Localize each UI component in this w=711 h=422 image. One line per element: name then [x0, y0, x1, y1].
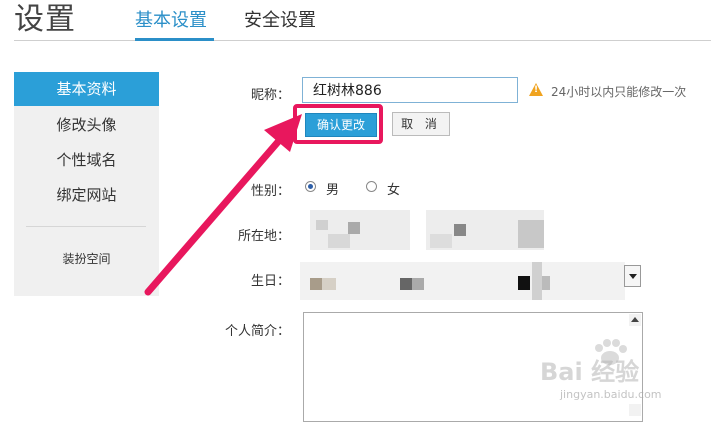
- sidebar-item-bind-website[interactable]: 绑定网站: [14, 178, 159, 212]
- bio-label: 个人简介：: [224, 324, 290, 339]
- birthday-label: 生日：: [250, 274, 290, 289]
- warning-triangle-icon: !: [529, 83, 543, 96]
- header-divider: [14, 40, 711, 41]
- gender-male-radio[interactable]: [305, 181, 316, 192]
- sidebar-item-decorate-space[interactable]: 装扮空间: [14, 250, 159, 267]
- birthday-dropdown-arrow-icon[interactable]: [624, 265, 641, 287]
- gender-female-label: 女: [387, 183, 401, 198]
- scroll-down-icon[interactable]: [629, 404, 641, 416]
- gender-female-radio[interactable]: [366, 181, 377, 192]
- active-tab-indicator: [135, 38, 214, 41]
- nickname-input[interactable]: 红树林886: [302, 77, 518, 103]
- nickname-label: 昵称：: [250, 88, 290, 103]
- page-title: 设置: [14, 2, 76, 37]
- birthday-selects-redacted[interactable]: [300, 262, 640, 300]
- sidebar-item-custom-domain[interactable]: 个性域名: [14, 143, 159, 177]
- gender-male-label: 男: [326, 183, 340, 198]
- tab-basic-settings[interactable]: 基本设置: [135, 6, 207, 32]
- gender-label: 性别：: [250, 184, 290, 199]
- location-selects-redacted[interactable]: [310, 210, 544, 250]
- scroll-up-icon[interactable]: [629, 314, 641, 326]
- watermark-url: jingyan.baidu.com: [560, 388, 662, 401]
- sidebar-divider: [26, 226, 146, 227]
- sidebar-item-basic-info[interactable]: 基本资料: [14, 72, 159, 106]
- cancel-button[interactable]: 取 消: [392, 112, 450, 136]
- sidebar-item-change-avatar[interactable]: 修改头像: [14, 108, 159, 142]
- tab-security-settings[interactable]: 安全设置: [244, 6, 316, 32]
- location-label: 所在地：: [237, 229, 290, 244]
- nickname-notice: 24小时以内只能修改一次: [551, 85, 687, 99]
- watermark-logo-text: Bai 经验: [540, 358, 640, 386]
